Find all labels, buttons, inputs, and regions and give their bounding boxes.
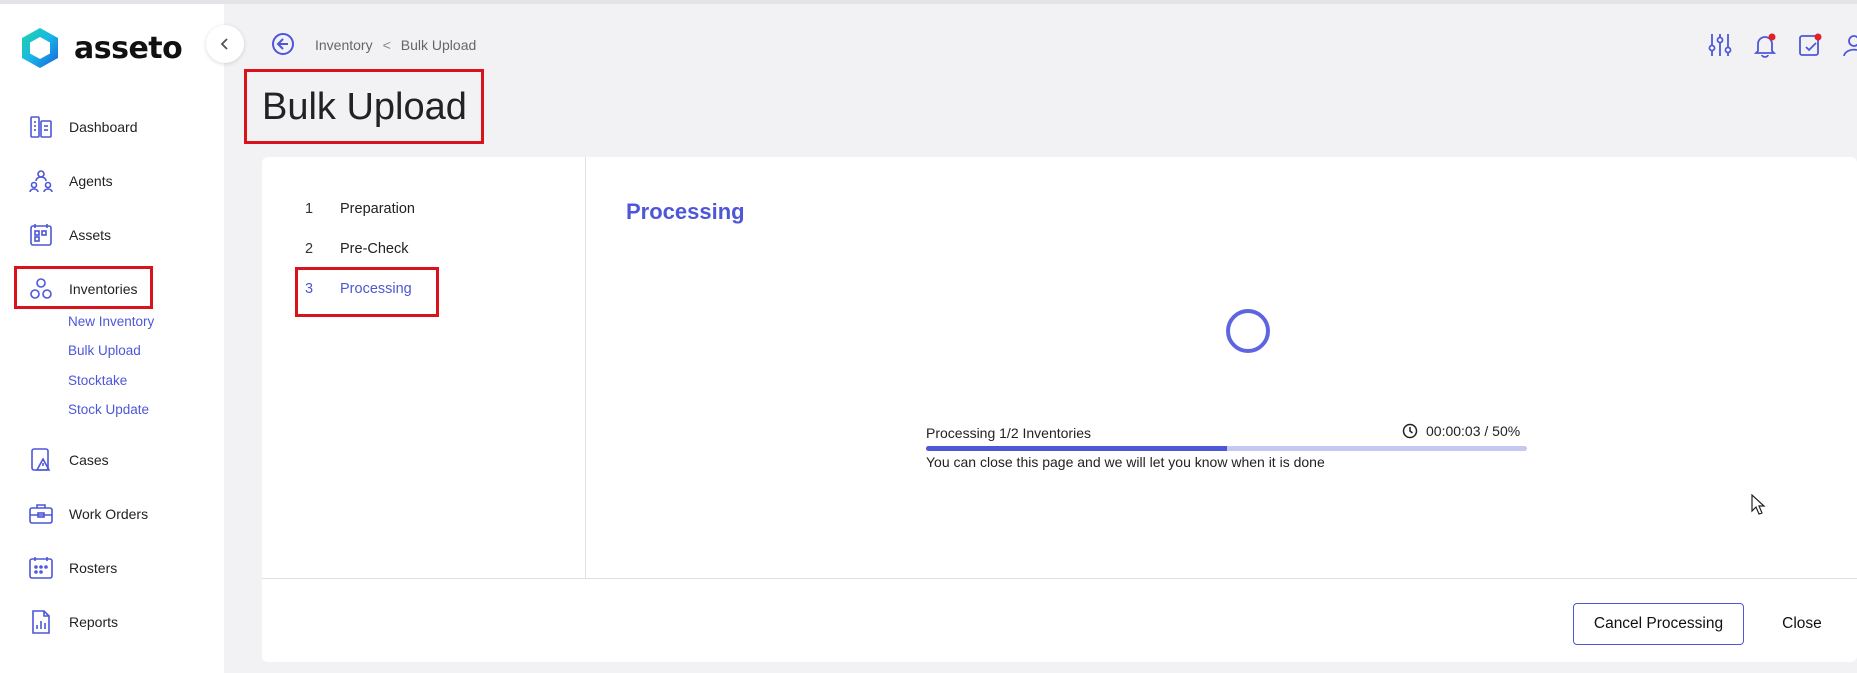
filter-sliders-icon[interactable] xyxy=(1707,32,1733,58)
notification-bell-icon[interactable] xyxy=(1752,32,1778,58)
logo[interactable]: asseto xyxy=(20,26,183,70)
cases-icon xyxy=(27,446,55,474)
dashboard-icon xyxy=(27,113,55,141)
breadcrumb-current: Bulk Upload xyxy=(400,37,477,53)
progress-bar-fill xyxy=(926,446,1227,451)
breadcrumb-separator: < xyxy=(382,37,391,53)
sidebar-subitem-new-inventory[interactable]: New Inventory xyxy=(68,314,154,329)
highlight-box-page-title xyxy=(244,69,484,144)
step-preparation[interactable]: 1 Preparation xyxy=(305,201,415,217)
sidebar-item-rosters[interactable]: Rosters xyxy=(27,553,117,583)
section-title: Processing xyxy=(626,199,745,224)
progress-note: You can close this page and we will let … xyxy=(926,454,1325,470)
sidebar-item-label: Work Orders xyxy=(69,506,149,522)
sidebar-item-label: Rosters xyxy=(69,560,118,576)
steps-list: 1 Preparation 2 Pre-Check 3 Processing xyxy=(262,157,586,579)
sidebar: asseto Dashboard Agents Assets Inventori… xyxy=(0,4,224,673)
loading-spinner-icon xyxy=(1226,309,1270,353)
back-arrow-icon[interactable] xyxy=(271,32,295,56)
step-pre-check[interactable]: 2 Pre-Check xyxy=(305,241,409,257)
cancel-processing-button[interactable]: Cancel Processing xyxy=(1573,603,1744,645)
sidebar-item-cases[interactable]: Cases xyxy=(27,445,109,475)
breadcrumb-parent[interactable]: Inventory xyxy=(315,37,373,53)
progress-time-text: 00:00:03 / 50% xyxy=(1426,423,1521,439)
sidebar-subitem-stock-update[interactable]: Stock Update xyxy=(68,402,149,417)
sidebar-item-dashboard[interactable]: Dashboard xyxy=(27,112,138,142)
sidebar-item-reports[interactable]: Reports xyxy=(27,607,118,637)
progress-label: Processing 1/2 Inventories xyxy=(926,425,1091,441)
mouse-cursor-icon xyxy=(1751,494,1766,515)
sidebar-item-label: Agents xyxy=(69,173,113,189)
user-profile-icon[interactable] xyxy=(1842,32,1857,58)
close-button[interactable]: Close xyxy=(1762,603,1842,645)
tasks-clipboard-icon[interactable] xyxy=(1797,32,1823,58)
reports-icon xyxy=(27,608,55,636)
step-number: 2 xyxy=(305,241,314,257)
sidebar-item-label: Dashboard xyxy=(69,119,138,135)
agents-icon xyxy=(27,167,55,195)
sidebar-item-label: Reports xyxy=(69,614,119,630)
sidebar-subitem-bulk-upload[interactable]: Bulk Upload xyxy=(68,343,141,358)
step-label: Preparation xyxy=(340,201,415,217)
clock-icon xyxy=(1402,423,1418,439)
asseto-logo-icon xyxy=(22,28,58,68)
sidebar-item-work-orders[interactable]: Work Orders xyxy=(27,499,148,529)
highlight-box-processing-step xyxy=(295,267,439,317)
breadcrumb: Inventory < Bulk Upload xyxy=(315,37,476,53)
chevron-left-icon xyxy=(220,38,228,50)
step-label: Pre-Check xyxy=(340,241,409,257)
step-number: 1 xyxy=(305,201,314,217)
card-footer-divider xyxy=(262,578,1857,579)
progress-time: 00:00:03 / 50% xyxy=(1402,423,1520,439)
bulk-upload-card: 1 Preparation 2 Pre-Check 3 Processing P… xyxy=(262,157,1857,662)
highlight-box-inventories xyxy=(14,266,153,309)
sidebar-item-assets[interactable]: Assets xyxy=(27,220,111,250)
app-name: asseto xyxy=(74,30,183,66)
work-orders-icon xyxy=(27,500,55,528)
rosters-icon xyxy=(27,554,55,582)
sidebar-item-label: Assets xyxy=(69,227,112,243)
top-border xyxy=(0,0,1857,4)
sidebar-subitem-stocktake[interactable]: Stocktake xyxy=(68,373,127,388)
progress-bar xyxy=(926,446,1527,451)
collapse-sidebar-button[interactable] xyxy=(206,25,244,63)
sidebar-item-label: Cases xyxy=(69,452,109,468)
sidebar-item-agents[interactable]: Agents xyxy=(27,166,113,196)
assets-icon xyxy=(27,221,55,249)
